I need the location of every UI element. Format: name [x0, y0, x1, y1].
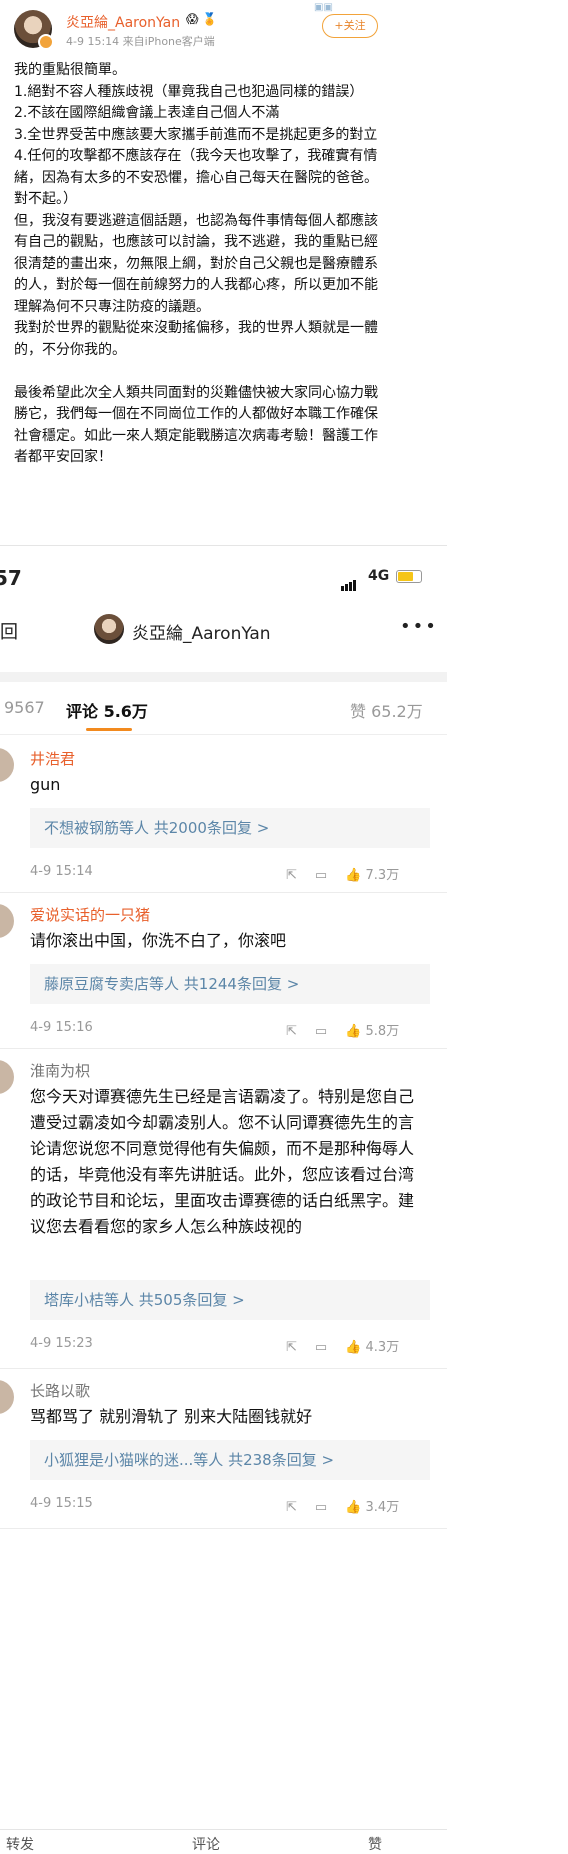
comment-icon[interactable]: ▭ [315, 1500, 327, 1515]
replies-link[interactable]: 藤原豆腐专卖店等人 共1244条回复 > [30, 964, 430, 1004]
post-meta: 4-9 15:14 来自iPhone客户端 [66, 35, 215, 48]
like-count: 4.3万 [365, 1340, 400, 1355]
share-icon[interactable]: ⇱ [286, 868, 297, 883]
comment-tabs: 9567 评论 5.6万 赞 65.2万 [0, 682, 447, 735]
comment-date: 4-9 15:14 [30, 864, 93, 879]
comment-text: 骂都骂了 就别滑轨了 别来大陆圈钱就好 [30, 1407, 313, 1426]
comment-actions: ⇱ ▭ 👍 7.3万 [286, 864, 417, 883]
commenter-name[interactable]: 爱说实话的一只猪 [30, 904, 150, 925]
status-time: :57 [0, 566, 22, 590]
comment-text: 请你滚出中国，你洗不白了，你滚吧 [30, 931, 287, 950]
like-button[interactable]: 赞 [368, 1834, 382, 1854]
follow-button[interactable]: +关注 [322, 14, 378, 38]
share-icon[interactable]: ⇱ [286, 1340, 297, 1355]
comment-icon[interactable]: ▭ [315, 1340, 327, 1355]
comment-item: 淮南为枳 您今天对谭赛德先生已经是言语霸凌了。特别是您自己遭受过霸凌如今却霸凌别… [0, 1054, 447, 1364]
tab-comments[interactable]: 评论 5.6万 [66, 698, 148, 722]
post-text: 我的重點很簡單。 1.絕對不容人種族歧視（畢竟我自己也犯過同樣的錯誤） 2.不該… [14, 62, 378, 465]
commenter-avatar[interactable] [0, 1380, 14, 1414]
back-button[interactable]: 回 [0, 618, 18, 644]
repost-button[interactable]: 转发 [6, 1834, 34, 1854]
nav-avatar[interactable] [94, 614, 124, 644]
more-icon[interactable]: ••• [400, 616, 438, 637]
divider [0, 1368, 447, 1369]
battery-icon [396, 570, 422, 583]
status-bar: :57 4G [0, 546, 447, 602]
like-count: 3.4万 [365, 1500, 400, 1515]
post-username[interactable]: 炎亞綸_AaronYan [66, 12, 180, 32]
tab-likes[interactable]: 赞 65.2万 [350, 698, 423, 722]
comment-actions: ⇱ ▭ 👍 3.4万 [286, 1496, 417, 1515]
comment-button[interactable]: 评论 [192, 1834, 220, 1854]
replies-link[interactable]: 小狐狸是小猫咪的迷...等人 共238条回复 > [30, 1440, 430, 1480]
comment-date: 4-9 15:23 [30, 1336, 93, 1351]
comment-text: gun [30, 775, 61, 794]
like-icon[interactable]: 👍 5.8万 [345, 1020, 399, 1039]
comment-text: 您今天对谭赛德先生已经是言语霸凌了。特别是您自己遭受过霸凌如今却霸凌别人。您不认… [30, 1087, 415, 1236]
tab-reposts[interactable]: 9567 [4, 698, 45, 717]
comment-item: 井浩君 gun 不想被钢筋等人 共2000条回复 > 4-9 15:14 ⇱ ▭ 👍… [0, 742, 447, 892]
replies-link[interactable]: 塔库小桔等人 共505条回复 > [30, 1280, 430, 1320]
comment-icon[interactable]: ▭ [315, 868, 327, 883]
commenter-name[interactable]: 井浩君 [30, 748, 75, 769]
like-icon[interactable]: 👍 4.3万 [345, 1336, 399, 1355]
avatar[interactable] [14, 10, 54, 50]
comment-item: 长路以歌 骂都骂了 就别滑轨了 别来大陆圈钱就好 小狐狸是小猫咪的迷...等人 … [0, 1374, 447, 1524]
comments-screenshot: :57 4G 回 炎亞綸_AaronYan ••• 9567 评论 5.6万 赞… [0, 545, 447, 1853]
comment-item: 爱说实话的一只猪 请你滚出中国，你洗不白了，你滚吧 藤原豆腐专卖店等人 共124… [0, 898, 447, 1048]
commenter-name[interactable]: 长路以歌 [30, 1380, 90, 1401]
weibo-post: 炎亞綸_AaronYan 😱 🏅 ▣▣ 4-9 15:14 来自iPhone客户… [0, 0, 460, 640]
comment-actions: ⇱ ▭ 👍 4.3万 [286, 1336, 417, 1355]
like-icon[interactable]: 👍 3.4万 [345, 1496, 399, 1515]
like-count: 5.8万 [365, 1024, 400, 1039]
badge-icons: 😱 🏅 [186, 12, 218, 26]
gallery-thumbnail-icon[interactable]: ▣▣ [314, 2, 333, 13]
signal-icon [341, 572, 357, 591]
comment-actions: ⇱ ▭ 👍 5.8万 [286, 1020, 417, 1039]
separator [0, 672, 447, 682]
commenter-avatar[interactable] [0, 1060, 14, 1094]
divider [0, 1048, 447, 1049]
nav-bar: 回 炎亞綸_AaronYan ••• [0, 602, 447, 658]
divider [0, 892, 447, 893]
comment-date: 4-9 15:15 [30, 1496, 93, 1511]
network-type: 4G [368, 568, 390, 584]
comment-date: 4-9 15:16 [30, 1020, 93, 1035]
divider [0, 1528, 447, 1529]
like-icon[interactable]: 👍 7.3万 [345, 864, 399, 883]
verified-icon [38, 34, 54, 50]
commenter-avatar[interactable] [0, 904, 14, 938]
comment-icon[interactable]: ▭ [315, 1024, 327, 1039]
share-icon[interactable]: ⇱ [286, 1500, 297, 1515]
active-tab-indicator [86, 728, 132, 731]
commenter-avatar[interactable] [0, 748, 14, 782]
nav-title: 炎亞綸_AaronYan [132, 624, 271, 644]
like-count: 7.3万 [365, 868, 400, 883]
replies-link[interactable]: 不想被钢筋等人 共2000条回复 > [30, 808, 430, 848]
share-icon[interactable]: ⇱ [286, 1024, 297, 1039]
bottom-action-bar: 转发 评论 赞 [0, 1829, 447, 1853]
commenter-name[interactable]: 淮南为枳 [30, 1060, 90, 1081]
